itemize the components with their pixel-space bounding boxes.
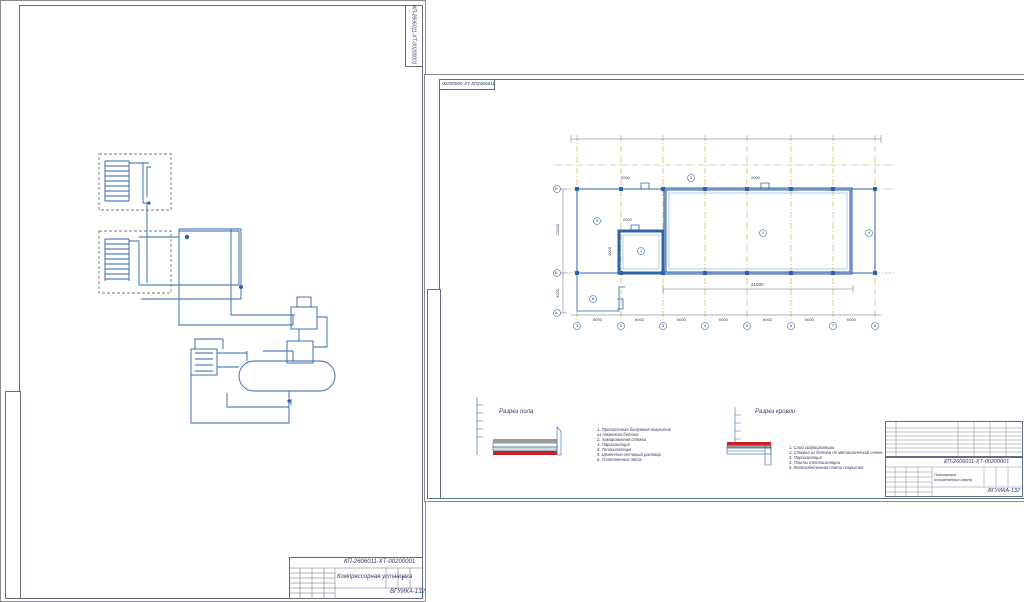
upper-cooler-boundary <box>98 153 172 211</box>
title-block-2: КП-2606011-ХТ-00200001 Планировка охлажд… <box>885 457 1023 497</box>
stamp-code-2: КП-2606011-ХТ-00200001 <box>944 459 1010 465</box>
org-name-2: ВГУИКА-132 <box>988 488 1021 494</box>
spec-grid <box>886 422 1022 456</box>
compressor-body <box>290 306 318 330</box>
drawing-sheet-compressor: КП-2606011-ХТ-00200001 КП-2606011-ХТ-002… <box>0 0 426 602</box>
lower-evaporator-coils <box>104 238 130 281</box>
drawing-title-2: Планировка охлаждаемых камер <box>934 472 973 482</box>
lower-cooler-boundary <box>98 230 172 294</box>
compressor-scheme <box>98 153 336 424</box>
sheet-number: 1 <box>401 576 404 582</box>
receiver-tank <box>238 360 336 392</box>
specification-table <box>885 421 1023 457</box>
stamp-code: КП-2606011-ХТ-00200001 <box>344 559 416 565</box>
drawing-sheet-layout: 00200000-ХТ-КП2606011 1 2 3 4 5 6 7 8 В … <box>424 74 1024 502</box>
upper-evaporator-coils <box>104 160 130 202</box>
roof-note-5: 5. Железобетонная плита покрытия <box>789 465 864 470</box>
org-name: ВГУИКА-132 <box>390 589 425 595</box>
title-block: КП-2606011-ХТ-00200001 Компрессорная уст… <box>289 557 425 599</box>
